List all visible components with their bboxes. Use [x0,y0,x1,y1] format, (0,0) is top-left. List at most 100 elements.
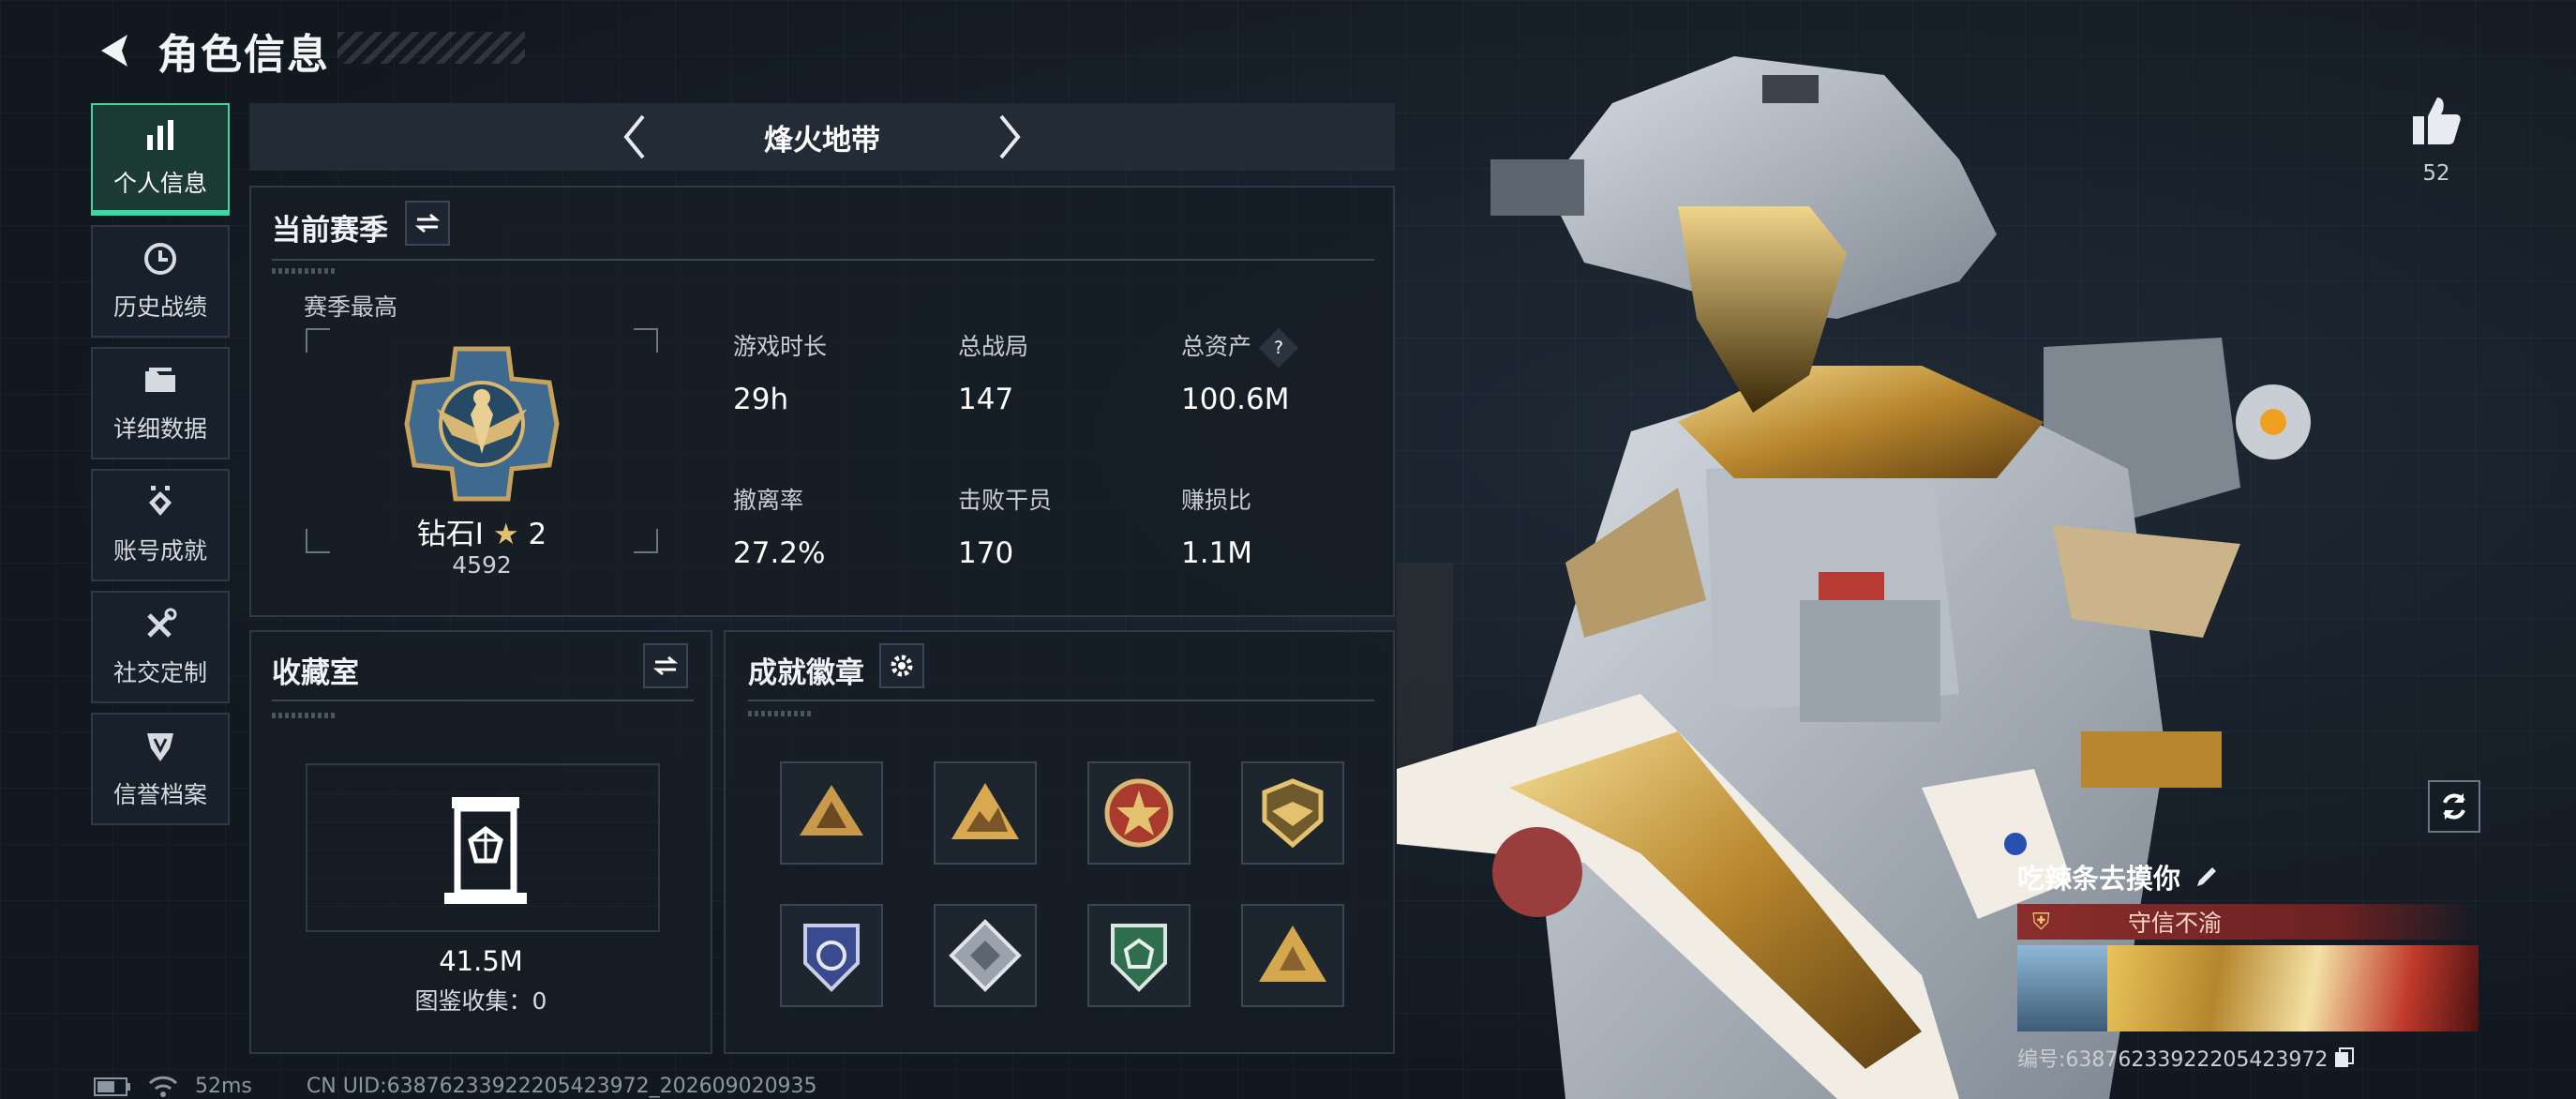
rank-line: 钻石Ⅰ ★ 2 [306,510,658,552]
stat-label: 击败干员 [958,487,1053,514]
sidebar-item-social-custom[interactable]: 社交定制 [91,591,230,703]
mode-name: 烽火地带 [764,123,880,158]
gold-wing-badge-icon [1262,778,1324,849]
stat-value: 147 [958,383,1014,416]
title-decoration [337,32,525,64]
stat-extract-rate: 撤离率 27.2% [733,482,825,570]
edit-pencil-icon[interactable] [2194,864,2220,890]
folder-icon [145,368,175,392]
like-widget[interactable]: 52 [2409,94,2464,186]
sidebar: 个人信息 历史战绩 详细数据 账号成就 社交定制 信誉档案 [91,103,230,825]
mode-selector: 烽火地带 [249,103,1395,171]
page-title: 角色信息 [157,31,330,79]
wifi-icon [148,1076,178,1097]
player-uid-line: 编号:6387623392220542397​2 [2017,1043,2479,1073]
back-arrow-icon[interactable] [94,29,137,72]
star-emblem-icon [1104,778,1174,848]
prev-mode-arrow-icon[interactable] [615,109,652,165]
achievement-badge[interactable] [1087,904,1191,1007]
sidebar-item-label: 信誉档案 [112,781,207,808]
display-case-icon [444,797,527,904]
green-shield-badge-icon [1111,924,1167,992]
sidebar-item-personal-info[interactable]: 个人信息 [91,103,230,216]
achievement-badge[interactable] [1241,904,1344,1007]
sidebar-item-label: 社交定制 [112,659,207,686]
copy-icon[interactable] [2333,1046,2356,1069]
sidebar-item-credit-record[interactable]: 信誉档案 [91,713,230,825]
help-icon[interactable]: ? [1258,327,1299,369]
stat-label: 撤离率 [733,487,804,514]
gold-triangle-badge-icon [1259,926,1326,982]
mountain-badge-icon [951,783,1019,839]
help-glyph: ? [1273,338,1284,358]
frame-corner [634,328,658,353]
sidebar-item-detailed-data[interactable]: 详细数据 [91,347,230,459]
player-uid: 编号:6387623392220542397​2 [2017,1048,2329,1072]
season-best-label: 赛季最高 [304,294,398,321]
triangle-badge-icon [800,785,863,836]
achievement-badge[interactable] [1087,761,1191,865]
thumbs-up-icon [2413,98,2461,144]
collection-panel: 收藏室 41.5M 图鉴收集：0 [249,630,712,1054]
achievement-badge[interactable] [1241,761,1344,865]
player-card: 吃辣条去摸你 ⛨ 守信不渝 编号:6387623392220542397​2 [2017,857,2479,1073]
deco-text [272,713,337,718]
codex-collection: 图鉴收集：0 [414,987,547,1015]
achievement-badge[interactable] [934,761,1037,865]
rank-score: 4592 [452,551,512,579]
name-card-banner [2107,945,2479,1031]
sidebar-item-account-achievements[interactable]: 账号成就 [91,469,230,581]
divider [272,259,1374,261]
diamond-rank-emblem-icon [404,346,560,502]
stat-label: 总资产 ? [1181,327,1299,369]
stat-label: 总战局 [958,333,1029,360]
stat-label: 赚损比 [1181,487,1252,514]
achievement-panel: 成就徽章 [724,630,1395,1054]
badge-settings-button[interactable] [879,643,924,688]
page-header: 角色信息 [94,21,330,81]
player-name: 吃辣条去摸你 [2017,863,2181,895]
ping-value: 52ms [195,1075,252,1098]
divider [272,700,694,701]
rotate-model-button[interactable] [2428,780,2480,833]
season-panel: 当前赛季 赛季最高 钻石Ⅰ ★ 2 4592 游戏时长 29h 总战局 147 [249,186,1395,617]
swap-icon [652,655,679,676]
stat-value: 27.2% [733,536,826,570]
shield-icon [147,733,173,761]
history-icon [144,243,176,275]
stat-total-matches: 总战局 147 [958,328,1028,416]
bar-chart-icon [147,120,173,150]
stat-value: 29h [733,383,789,416]
stat-profit-ratio: 赚损比 1.1M [1181,482,1252,570]
collection-switch-button[interactable] [643,643,688,688]
sidebar-item-label: 个人信息 [112,170,207,197]
stat-label: 游戏时长 [733,333,828,360]
like-count: 52 [2422,161,2450,186]
collection-showcase[interactable] [306,763,660,932]
achievement-badge[interactable] [780,904,883,1007]
stat-value: 1.1M [1181,536,1253,570]
rank-name: 钻石Ⅰ [416,518,484,551]
rank-display: 钻石Ⅰ ★ 2 4592 [306,328,658,579]
frame-corner [306,328,330,353]
collection-title: 收藏室 [272,656,359,690]
sidebar-item-history[interactable]: 历史战绩 [91,225,230,338]
achievement-badge[interactable] [934,904,1037,1007]
avatar [2017,945,2107,1031]
star-icon: ★ [492,518,519,551]
stat-value: 170 [958,536,1014,570]
sidebar-item-label: 账号成就 [112,537,207,565]
stat-value: 100.6M [1181,383,1290,416]
switch-season-button[interactable] [405,201,450,246]
divider [748,700,1374,701]
achievement-badge[interactable] [780,761,883,865]
next-mode-arrow-icon[interactable] [992,109,1029,165]
title-badge-icon: ⛨ [2032,908,2050,935]
player-title-bar: ⛨ 守信不渝 [2017,904,2479,940]
player-banners[interactable] [2017,945,2479,1031]
stat-play-time: 游戏时长 29h [733,328,827,416]
achievement-icon [149,486,172,516]
swap-icon [414,213,441,233]
achievement-title: 成就徽章 [748,656,864,690]
tools-icon [147,608,177,638]
